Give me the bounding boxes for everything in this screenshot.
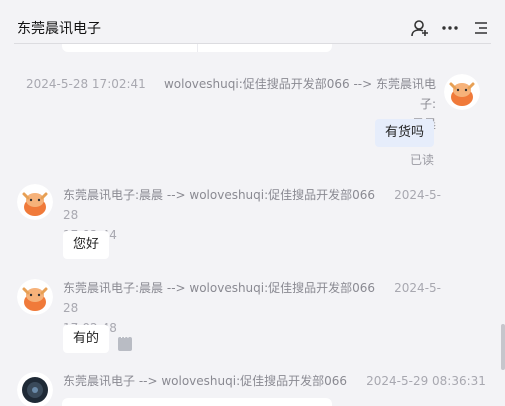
- avatar[interactable]: [17, 184, 53, 220]
- avatar[interactable]: [17, 372, 53, 406]
- message-route: 东莞晨讯电子 --> woloveshuqi:促佳搜品开发部066: [63, 374, 348, 388]
- chat-header: 东莞晨讯电子: [0, 0, 505, 44]
- message-bubble[interactable]: 有货吗: [375, 119, 435, 147]
- chat-title: 东莞晨讯电子: [17, 21, 101, 37]
- more-options-icon[interactable]: [118, 333, 132, 351]
- message-meta: 东莞晨讯电子 --> woloveshuqi:促佳搜品开发部066 2024-5…: [63, 371, 503, 391]
- message-bubble[interactable]: 您好: [63, 231, 110, 259]
- scrollbar[interactable]: [501, 324, 505, 370]
- read-status: 已读: [410, 153, 435, 167]
- previous-message-bubble: [62, 44, 332, 52]
- message-bubble[interactable]: [62, 398, 332, 406]
- message-bubble[interactable]: 有的: [63, 325, 110, 353]
- avatar[interactable]: [444, 74, 480, 110]
- message-time: 2024-5-28 17:02:41: [26, 77, 146, 91]
- menu-icon[interactable]: [471, 18, 491, 38]
- message-time: 17:02:44: [63, 225, 453, 245]
- message-meta: 2024-5-28 17:02:41: [26, 74, 146, 94]
- message-route: 东莞晨讯电子:晨晨 --> woloveshuqi:促佳搜品开发部066: [63, 188, 376, 202]
- message-list[interactable]: 2024-5-28 17:02:41 woloveshuqi:促佳搜品开发部06…: [0, 44, 505, 406]
- more-icon[interactable]: [440, 18, 460, 38]
- avatar[interactable]: [17, 279, 53, 315]
- message-meta: 东莞晨讯电子:晨晨 --> woloveshuqi:促佳搜品开发部066 202…: [63, 278, 453, 338]
- message-route: 东莞晨讯电子:晨晨 --> woloveshuqi:促佳搜品开发部066: [63, 281, 376, 295]
- message-time: 2024-5-29 08:36:31: [366, 374, 486, 388]
- route-line: woloveshuqi:促佳搜品开发部066 --> 东莞晨讯电子:: [163, 77, 436, 111]
- message-meta: 东莞晨讯电子:晨晨 --> woloveshuqi:促佳搜品开发部066 202…: [63, 185, 453, 245]
- add-user-icon[interactable]: [410, 18, 430, 38]
